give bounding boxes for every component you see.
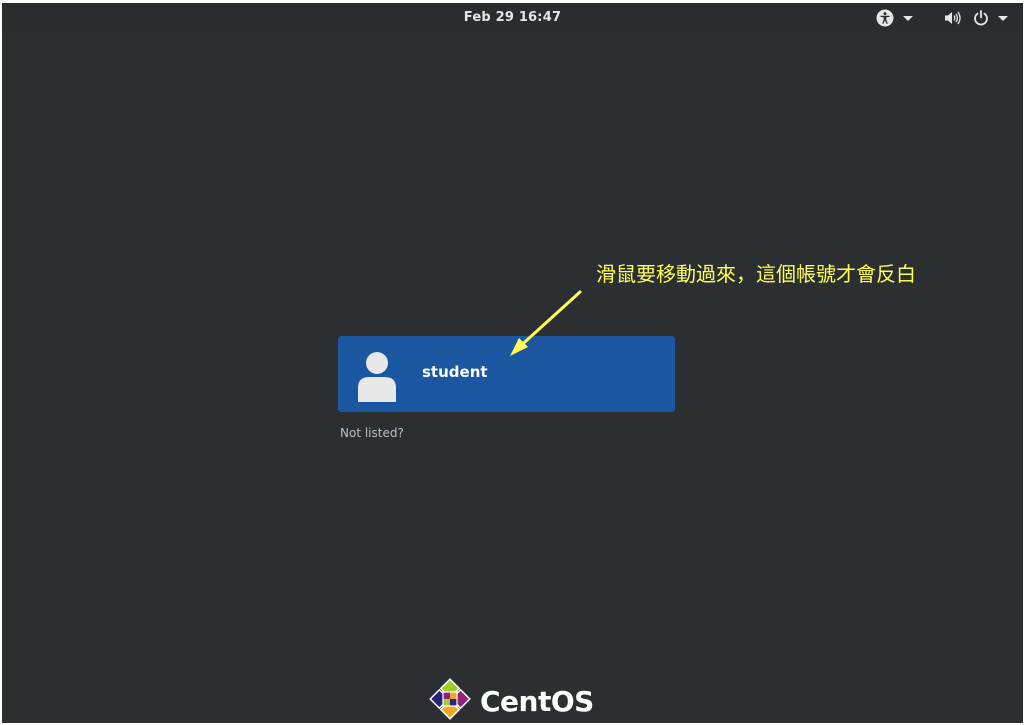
- centos-emblem-icon: [428, 677, 472, 723]
- accessibility-icon: [876, 9, 894, 27]
- user-avatar-icon: [356, 350, 398, 402]
- power-icon: [973, 10, 989, 26]
- annotation-text: 滑鼠要移動過來，這個帳號才會反白: [596, 262, 916, 286]
- chevron-down-icon: [998, 15, 1008, 21]
- top-bar: Feb 29 16:47: [2, 3, 1023, 33]
- login-screen: Feb 29 16:47 student Not listed? 滑鼠要移動過來…: [2, 3, 1023, 723]
- not-listed-link[interactable]: Not listed?: [340, 426, 404, 440]
- volume-icon: [944, 10, 962, 26]
- annotation-arrow: [510, 290, 582, 356]
- chevron-down-icon: [903, 15, 913, 21]
- centos-logo: CentOS: [428, 677, 594, 723]
- centos-logo-text: CentOS: [480, 684, 594, 718]
- date-time-label[interactable]: Feb 29 16:47: [2, 10, 1023, 25]
- system-menu[interactable]: [944, 8, 1008, 28]
- accessibility-menu[interactable]: [876, 8, 913, 28]
- user-name-label: student: [422, 363, 488, 381]
